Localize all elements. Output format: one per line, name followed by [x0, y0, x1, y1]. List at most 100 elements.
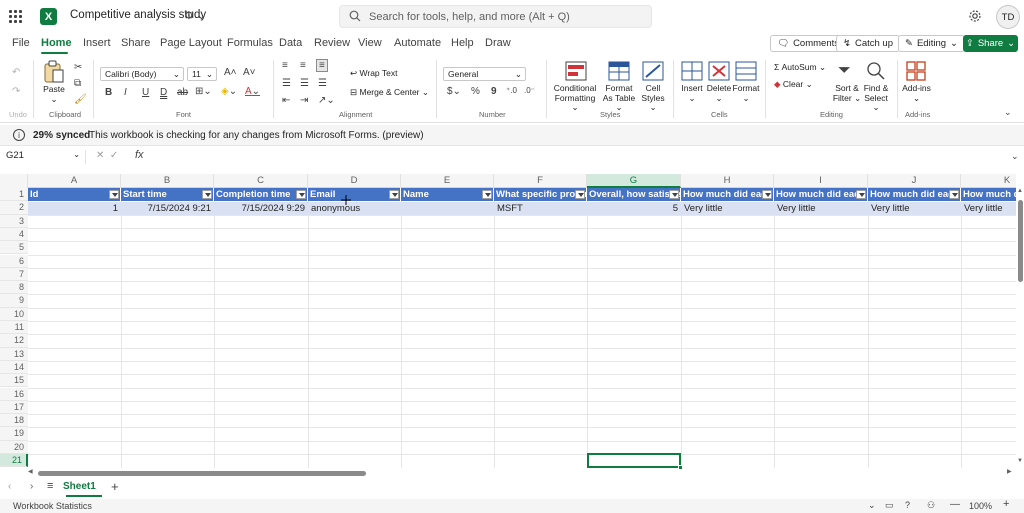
select-all-corner[interactable]: [0, 174, 28, 188]
search-box[interactable]: Search for tools, help, and more (Alt + …: [339, 5, 652, 28]
editing-mode-button[interactable]: ✎ Editing ⌄: [898, 35, 965, 52]
table-header-cell[interactable]: How much di: [961, 188, 1016, 201]
tab-automate[interactable]: Automate: [394, 37, 441, 49]
row-header-selected[interactable]: 21: [0, 454, 28, 468]
column-header[interactable]: D: [308, 174, 401, 188]
cut-icon[interactable]: ✂: [74, 62, 82, 73]
name-box[interactable]: G21 ⌄: [3, 150, 86, 164]
share-button[interactable]: ⇪ Share ⌄: [963, 35, 1018, 52]
table-header-cell[interactable]: Email: [308, 188, 401, 201]
increase-indent-icon[interactable]: ⇥: [300, 95, 308, 106]
font-color-icon[interactable]: A⌄: [245, 86, 260, 97]
row-header[interactable]: 20: [0, 440, 28, 454]
table-cell[interactable]: 5: [587, 202, 681, 215]
format-cells-button[interactable]: Format ⌄: [732, 83, 760, 103]
merge-center-button[interactable]: ⊟ Merge & Center ⌄: [350, 87, 429, 98]
row-header[interactable]: 7: [0, 267, 28, 282]
status-chevron-icon[interactable]: ⌄: [868, 500, 876, 511]
catch-up-button[interactable]: ↯ Catch up: [836, 35, 900, 52]
workbook-statistics[interactable]: Workbook Statistics: [13, 501, 92, 511]
feedback-icon[interactable]: ⚇: [927, 500, 935, 511]
column-header[interactable]: J: [868, 174, 961, 188]
tab-formulas[interactable]: Formulas: [227, 37, 273, 49]
table-header-cell[interactable]: How much did each: [681, 188, 774, 201]
row-header[interactable]: 19: [0, 427, 28, 441]
table-cell[interactable]: Very little: [868, 202, 961, 215]
font-size-select[interactable]: 11 ⌄: [187, 67, 217, 81]
expand-formula-bar-icon[interactable]: ⌄: [1011, 151, 1019, 162]
column-header[interactable]: F: [494, 174, 587, 188]
font-name-select[interactable]: Calibri (Body) ⌄: [100, 67, 184, 81]
table-header-cell[interactable]: Completion time: [214, 188, 308, 201]
row-header[interactable]: 15: [0, 374, 28, 388]
ribbon-collapse-icon[interactable]: ⌄: [1004, 107, 1012, 118]
tab-home[interactable]: Home: [41, 37, 72, 49]
column-header[interactable]: H: [681, 174, 774, 188]
decrease-font-icon[interactable]: A˅: [243, 67, 256, 78]
number-format-select[interactable]: General ⌄: [443, 67, 526, 81]
horizontal-scroll-thumb[interactable]: [38, 471, 366, 476]
decrease-decimal-icon[interactable]: .0⁻: [524, 86, 535, 95]
tab-share[interactable]: Share: [121, 37, 150, 49]
row-header[interactable]: 18: [0, 414, 28, 428]
column-header[interactable]: C: [214, 174, 308, 188]
redo-icon[interactable]: ↷: [12, 86, 20, 97]
view-normal-icon[interactable]: ▭: [885, 500, 894, 511]
insert-cells-button[interactable]: Insert ⌄: [679, 83, 705, 103]
align-middle-icon[interactable]: ≡: [300, 60, 306, 71]
align-left-icon[interactable]: ☰: [282, 78, 291, 89]
autosum-button[interactable]: Σ AutoSum ⌄: [774, 62, 826, 73]
undo-icon[interactable]: ↶: [12, 67, 20, 78]
borders-icon[interactable]: ⊞⌄: [195, 86, 212, 97]
column-header[interactable]: K: [961, 174, 1016, 188]
filter-dropdown-icon[interactable]: [296, 190, 306, 199]
clear-button[interactable]: ◆ Clear ⌄: [774, 79, 813, 90]
row-header[interactable]: 11: [0, 321, 28, 335]
table-cell[interactable]: 7/15/2024 9:29: [214, 202, 308, 215]
filter-dropdown-icon[interactable]: [949, 190, 959, 199]
table-cell[interactable]: MSFT: [494, 202, 587, 215]
filter-dropdown-icon[interactable]: [389, 190, 399, 199]
table-cell[interactable]: [401, 202, 494, 215]
tab-data[interactable]: Data: [279, 37, 302, 49]
table-header-cell[interactable]: Overall, how satisfie: [587, 188, 681, 201]
help-icon[interactable]: ?: [905, 500, 910, 510]
filter-dropdown-icon[interactable]: [575, 190, 585, 199]
row-header[interactable]: 14: [0, 360, 28, 375]
find-select-button[interactable]: Find & Select ⌄: [860, 83, 892, 113]
app-launcher-icon[interactable]: [9, 10, 22, 23]
tab-draw[interactable]: Draw: [485, 37, 511, 49]
tab-view[interactable]: View: [358, 37, 382, 49]
paste-button[interactable]: Paste ⌄: [42, 84, 66, 104]
align-top-icon[interactable]: ≡: [282, 60, 288, 71]
orientation-icon[interactable]: ↗⌄: [318, 95, 335, 106]
table-header-cell[interactable]: What specific produ: [494, 188, 587, 201]
row-header[interactable]: 12: [0, 334, 28, 348]
comma-style-button[interactable]: 9: [491, 86, 497, 97]
table-cell[interactable]: anonymous: [308, 202, 401, 215]
scroll-right-icon[interactable]: ▶: [1007, 468, 1012, 475]
delete-cells-button[interactable]: Delete ⌄: [705, 83, 733, 103]
zoom-in-button[interactable]: +: [1003, 498, 1009, 510]
zoom-level[interactable]: 100%: [969, 501, 992, 511]
row-header[interactable]: 4: [0, 227, 28, 242]
cancel-confirm-icons[interactable]: ✕ ✓: [96, 150, 118, 161]
percent-button[interactable]: %: [471, 86, 480, 97]
row-header[interactable]: 17: [0, 400, 28, 415]
decrease-indent-icon[interactable]: ⇤: [282, 95, 290, 106]
column-header-selected[interactable]: G: [587, 174, 681, 188]
format-painter-icon[interactable]: 🖌: [74, 94, 87, 105]
format-as-table-button[interactable]: Format As Table ⌄: [600, 83, 638, 113]
paste-icon[interactable]: [43, 60, 65, 84]
table-header-cell[interactable]: How much did each: [774, 188, 868, 201]
row-header[interactable]: 8: [0, 281, 28, 295]
row-header[interactable]: 1: [0, 188, 28, 202]
increase-decimal-icon[interactable]: ⁺.0: [506, 86, 517, 95]
align-center-icon[interactable]: ☰: [300, 78, 309, 89]
row-header[interactable]: 3: [0, 214, 28, 228]
vertical-scrollbar[interactable]: ▲ ▼: [1016, 188, 1024, 468]
column-header[interactable]: A: [28, 174, 121, 188]
underline-button[interactable]: U: [142, 87, 149, 98]
tab-review[interactable]: Review: [314, 37, 350, 49]
add-sheet-button[interactable]: +: [111, 479, 119, 494]
